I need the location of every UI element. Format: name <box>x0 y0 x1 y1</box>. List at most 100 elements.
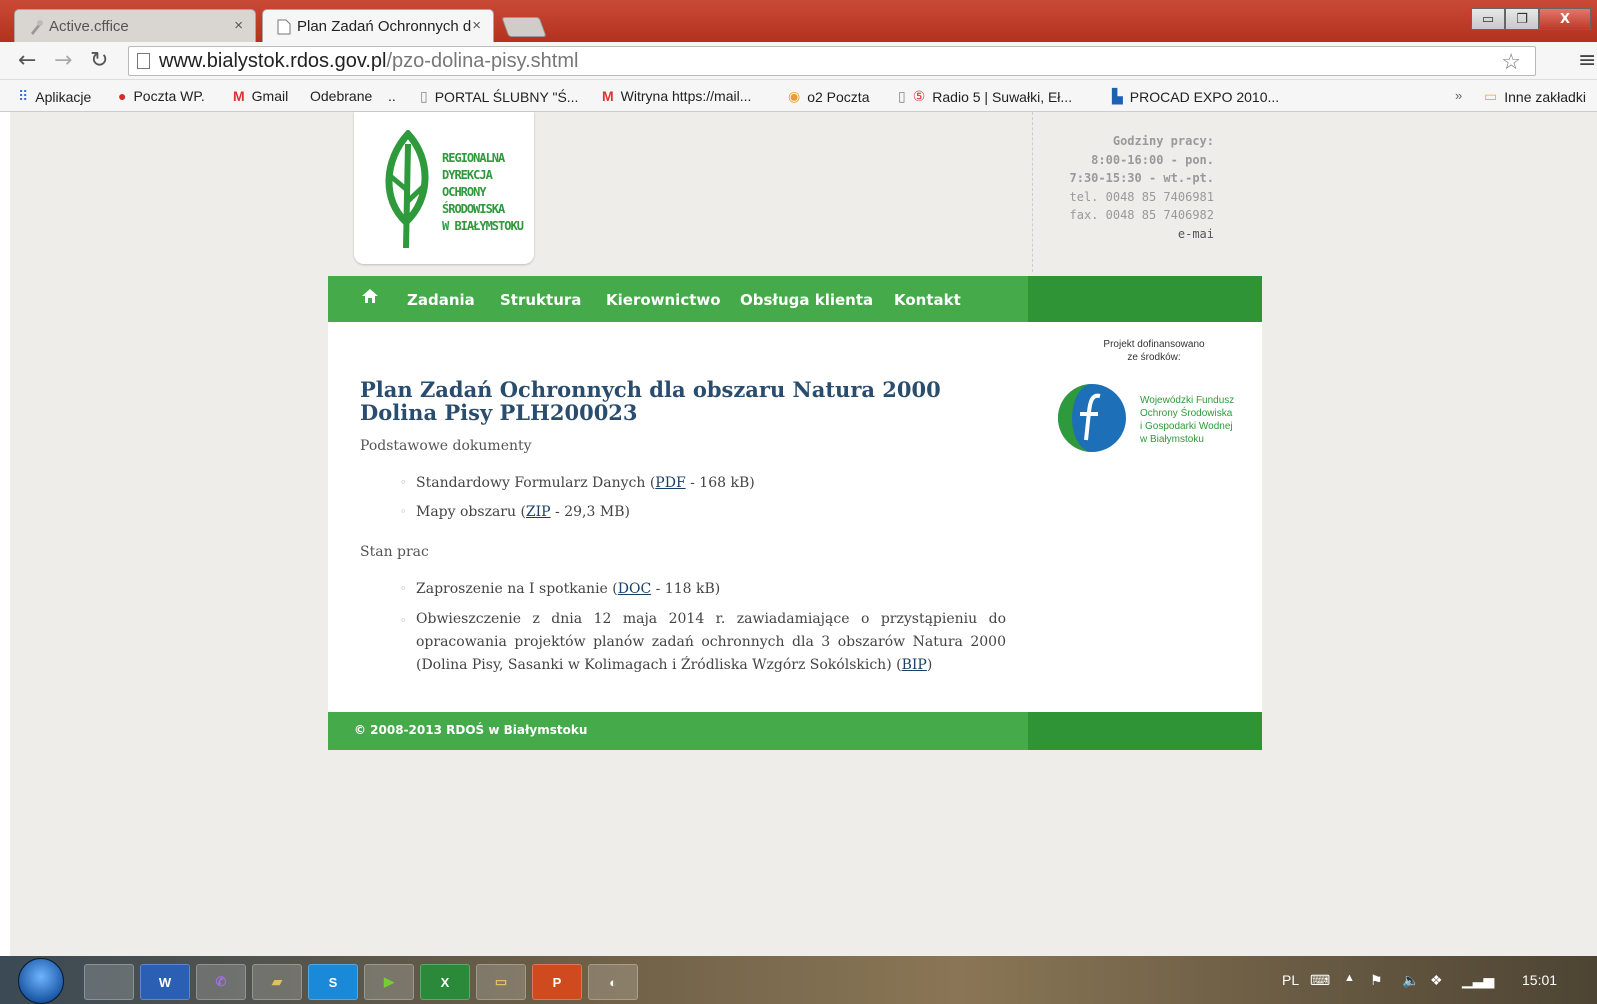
logo-line: W BIAŁYMSTOKU <box>442 219 524 233</box>
forward-arrow-icon[interactable]: → <box>54 48 72 73</box>
bookmark-odebrane[interactable]: Odebrane <box>310 88 372 104</box>
start-button[interactable] <box>18 958 64 1004</box>
bookmark-poczta-wp[interactable]: ● Poczta WP. <box>118 88 205 104</box>
bookmark-procad[interactable]: ▙ PROCAD EXPO 2010... <box>1112 88 1279 105</box>
bookmark-apps[interactable]: ⠿ Aplikacje <box>18 88 91 105</box>
nav-obsluga-klienta[interactable]: Obsługa klienta <box>740 291 873 309</box>
phone-number: tel. 0048 85 7406981 <box>1069 189 1215 204</box>
home-icon[interactable] <box>361 288 379 304</box>
bookmark-witryna[interactable]: M Witryna https://mail... <box>602 88 751 104</box>
item-text: Zaproszenie na I spotkanie ( <box>416 581 618 597</box>
leaf-logo-icon <box>385 130 429 249</box>
bookmark-radio5[interactable]: ▯ ⑤ Radio 5 | Suwałki, Eł... <box>898 88 1072 105</box>
back-arrow-icon[interactable]: ← <box>18 48 36 73</box>
page-icon: ▯ <box>420 88 428 104</box>
page-viewport: REGIONALNA DYREKCJA OCHRONY ŚRODOWISKA W… <box>10 112 1597 956</box>
new-tab-button[interactable] <box>501 17 547 37</box>
nav-kierownictwo[interactable]: Kierownictwo <box>606 291 721 309</box>
tab-plan-zadan[interactable]: Plan Zadań Ochronnych d × <box>262 9 494 42</box>
bookmark-label: Poczta WP. <box>133 88 205 104</box>
media-taskbar-icon[interactable]: ▶ <box>364 964 414 1000</box>
item-text: - 29,3 MB) <box>550 504 630 520</box>
volume-icon[interactable]: 🔈 <box>1402 972 1419 989</box>
restore-button[interactable]: ❐ <box>1505 8 1539 30</box>
language-indicator[interactable]: PL <box>1282 972 1299 988</box>
list-item: Mapy obszaru (ZIP - 29,3 MB) <box>400 504 630 520</box>
email-link[interactable]: e-mai <box>1038 225 1214 244</box>
url-host: www.bialystok.rdos.gov.pl <box>159 50 387 72</box>
tab-active-office[interactable]: Active.cffice × <box>14 9 256 42</box>
tab-title: Plan Zadań Ochronnych d <box>297 17 472 35</box>
action-center-icon[interactable]: ⚑ <box>1370 972 1383 989</box>
sponsor-caption-line: Projekt dofinansowano <box>1103 339 1205 350</box>
sponsor-line: Wojewódzki Fundusz <box>1140 395 1235 406</box>
pdf-link[interactable]: PDF <box>655 475 685 491</box>
hours-monday: 8:00-16:00 - pon. <box>1091 152 1214 167</box>
content-area: Plan Zadań Ochronnych dla obszaru Natura… <box>328 322 1262 712</box>
wfosigw-logo-icon[interactable] <box>1056 382 1128 454</box>
sponsor-name[interactable]: Wojewódzki Fundusz Ochrony Środowiska i … <box>1140 394 1234 446</box>
section-heading: Stan prac <box>360 544 429 560</box>
hours-label: Godziny pracy: <box>1112 134 1214 148</box>
nav-side-block <box>1028 276 1262 322</box>
bookmark-gmail[interactable]: M Gmail <box>233 88 288 104</box>
bookmark-portal-slubny[interactable]: ▯ PORTAL ŚLUBNY "Ś... <box>420 88 578 105</box>
list-item: Standardowy Formularz Danych (PDF - 168 … <box>400 475 755 491</box>
tray-expand-icon[interactable]: ▲ <box>1344 972 1355 984</box>
bookmark-star-icon[interactable]: ☆ <box>1501 49 1521 75</box>
powerpoint-taskbar-icon[interactable]: P <box>532 964 582 1000</box>
copyright: © 2008-2013 RDOŚ w Białymstoku <box>354 723 588 737</box>
rdos-logo[interactable]: REGIONALNA DYREKCJA OCHRONY ŚRODOWISKA W… <box>354 112 534 264</box>
minimize-button[interactable]: ▭ <box>1471 8 1505 30</box>
reload-icon[interactable]: ↻ <box>90 48 108 73</box>
page-icon <box>277 19 291 35</box>
paint-taskbar-icon[interactable]: ◐ <box>588 964 638 1000</box>
word-taskbar-icon[interactable]: W <box>140 964 190 1000</box>
clock[interactable]: 15:01 <box>1522 972 1557 988</box>
page-title: Plan Zadań Ochronnych dla obszaru Natura… <box>360 377 941 425</box>
network-icon[interactable]: ▁▃▅ <box>1462 972 1494 989</box>
list-item: Obwieszczenie z dnia 12 maja 2014 r. zaw… <box>400 608 1006 677</box>
excel-taskbar-icon[interactable]: X <box>420 964 470 1000</box>
sponsor-caption: Projekt dofinansowano ze środków: <box>1084 338 1224 364</box>
url-path: /pzo-dolina-pisy.shtml <box>386 50 579 72</box>
item-text: - 168 kB) <box>685 475 755 491</box>
wp-icon: ● <box>118 88 127 104</box>
menu-icon[interactable]: ≡ <box>1578 48 1596 73</box>
address-bar[interactable]: www.bialystok.rdos.gov.pl/pzo-dolina-pis… <box>128 46 1536 76</box>
explorer-taskbar-icon[interactable]: ▰ <box>252 964 302 1000</box>
close-window-button[interactable]: X <box>1539 8 1591 30</box>
bookmark-label: o2 Poczta <box>807 88 870 105</box>
logo-line: OCHRONY <box>442 185 487 199</box>
zip-link[interactable]: ZIP <box>526 504 551 520</box>
url-text: www.bialystok.rdos.gov.pl/pzo-dolina-pis… <box>159 50 578 73</box>
logo-line: DYREKCJA <box>442 168 493 182</box>
hours-tue-fri: 7:30-15:30 - wt.-pt. <box>1069 171 1215 185</box>
sponsor-line: i Gospodarki Wodnej <box>1140 421 1233 432</box>
dropbox-icon[interactable]: ❖ <box>1430 972 1443 989</box>
gmail-icon: M <box>602 88 614 104</box>
viber-taskbar-icon[interactable]: ✆ <box>196 964 246 1000</box>
list-item: Zaproszenie na I spotkanie (DOC - 118 kB… <box>400 581 720 597</box>
bookmark-other[interactable]: ▭ Inne zakładki <box>1484 88 1586 105</box>
folder-taskbar-icon[interactable]: ▭ <box>476 964 526 1000</box>
doc-link[interactable]: DOC <box>618 581 651 597</box>
sponsor-line: Ochrony Środowiska <box>1140 408 1233 419</box>
nav-struktura[interactable]: Struktura <box>500 291 581 309</box>
keyboard-icon[interactable]: ⌨ <box>1310 972 1330 989</box>
bookmark-label: Radio 5 | Suwałki, Eł... <box>932 88 1073 105</box>
bookmark-dots[interactable]: .. <box>388 88 396 104</box>
gmail-icon: M <box>233 88 245 104</box>
bookmarks-overflow-icon[interactable]: » <box>1455 88 1462 103</box>
tab-close-icon[interactable]: × <box>234 17 243 34</box>
chrome-taskbar-icon[interactable] <box>84 964 134 1000</box>
logo-line: REGIONALNA <box>442 151 505 165</box>
bip-link[interactable]: BIP <box>902 657 927 673</box>
nav-kontakt[interactable]: Kontakt <box>894 291 961 309</box>
tab-close-icon[interactable]: × <box>472 17 481 34</box>
nav-zadania[interactable]: Zadania <box>407 291 475 309</box>
bookmark-o2-poczta[interactable]: ◉ o2 Poczta <box>788 88 869 105</box>
office-hours: Godziny pracy: 8:00-16:00 - pon. 7:30-15… <box>1038 132 1215 244</box>
page-icon: ▯ <box>898 88 906 104</box>
skype-taskbar-icon[interactable]: S <box>308 964 358 1000</box>
